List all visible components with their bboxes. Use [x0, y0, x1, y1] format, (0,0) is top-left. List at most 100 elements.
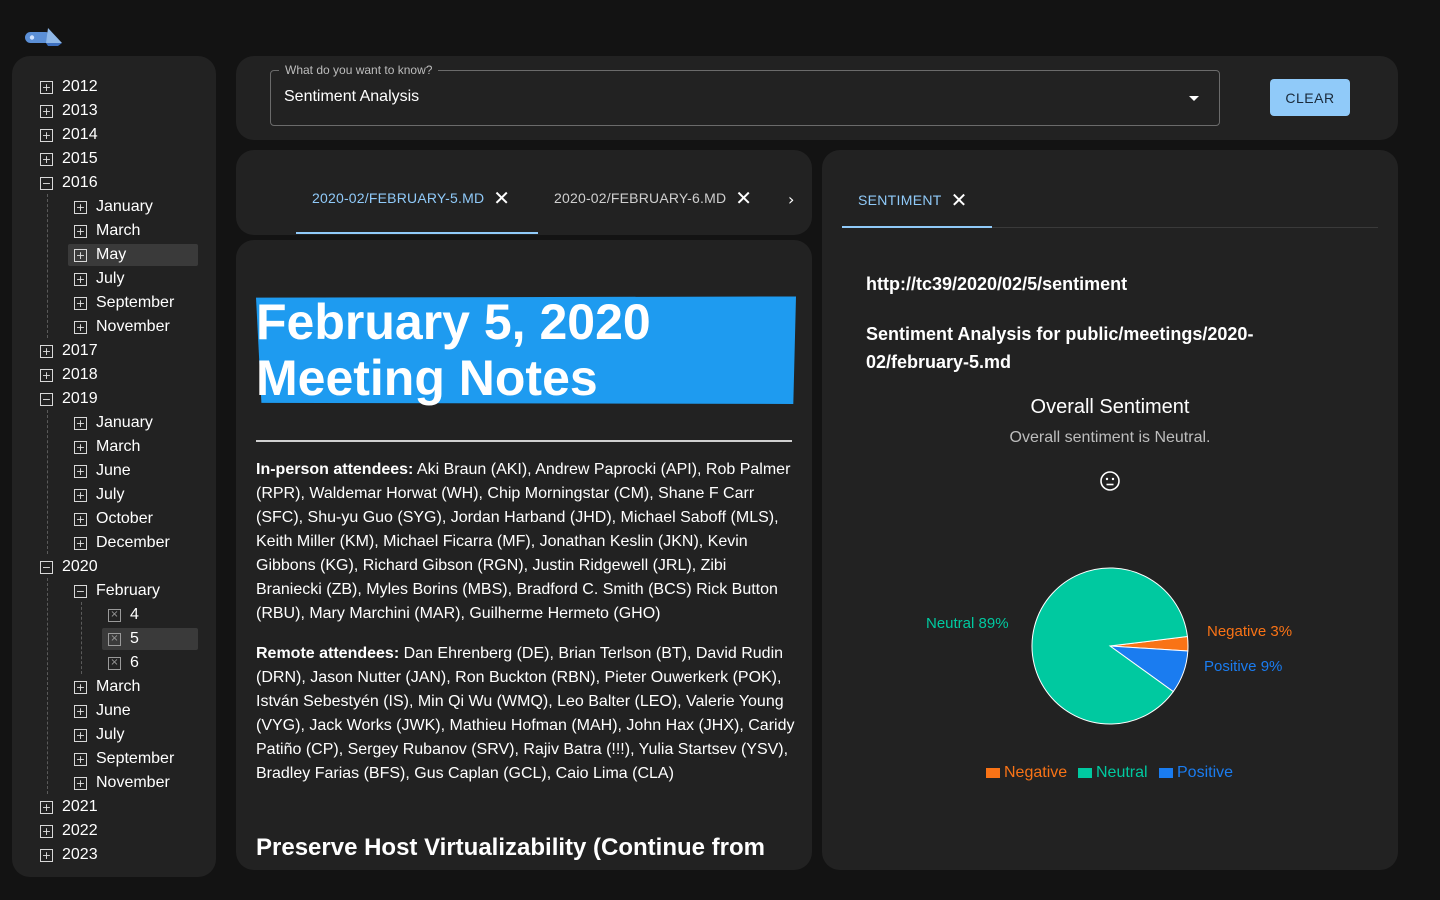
question-select-value: Sentiment Analysis — [284, 88, 420, 105]
tree-year-2014[interactable]: +2014 — [40, 123, 98, 147]
tree-month-2016-march[interactable]: + March — [74, 219, 140, 243]
sentiment-panel: SENTIMENT ✕ http://tc39/2020/02/5/sentim… — [822, 150, 1398, 870]
collapse-icon[interactable]: − — [74, 584, 87, 598]
tree-label: 2019 — [62, 390, 98, 407]
tree-label: 2022 — [62, 822, 98, 839]
expand-icon[interactable]: + — [40, 104, 53, 118]
tree-month-2019-december[interactable]: + December — [74, 531, 170, 555]
question-select[interactable]: What do you want to know? Sentiment Anal… — [270, 63, 1220, 126]
expand-icon[interactable]: + — [40, 344, 53, 358]
collapse-icon[interactable]: − — [40, 392, 53, 406]
remote-label: Remote attendees: — [256, 645, 400, 662]
legend-item-neutral[interactable]: Neutral — [1078, 764, 1148, 782]
dropdown-caret-icon[interactable] — [1189, 96, 1199, 101]
expand-icon[interactable]: + — [40, 848, 53, 862]
legend-item-positive[interactable]: Positive — [1159, 764, 1233, 782]
expand-icon[interactable]: + — [40, 152, 53, 166]
tree-month-2020-july[interactable]: + July — [74, 723, 124, 747]
expand-icon[interactable]: + — [74, 248, 87, 262]
leaf-icon: × — [108, 632, 121, 646]
tree-month-2019-july[interactable]: + July — [74, 483, 124, 507]
tree-guide-2019 — [47, 410, 48, 554]
tree-day-2020-02-4[interactable]: × 4 — [108, 603, 139, 627]
tree-label: May — [96, 246, 127, 263]
tree-month-2020-february[interactable]: − February — [74, 579, 160, 603]
expand-icon[interactable]: + — [74, 296, 87, 310]
legend-swatch — [1078, 768, 1092, 778]
tree-month-2020-september[interactable]: + September — [74, 747, 174, 771]
expand-icon[interactable]: + — [74, 464, 87, 478]
tree-month-2019-march[interactable]: + March — [74, 435, 140, 459]
legend-swatch — [1159, 768, 1173, 778]
tree-month-2019-june[interactable]: + June — [74, 459, 131, 483]
expand-icon[interactable]: + — [74, 752, 87, 766]
tree-label: March — [96, 678, 141, 695]
expand-icon[interactable]: + — [74, 416, 87, 430]
tree-month-2019-january[interactable]: + January — [74, 411, 153, 435]
expand-icon[interactable]: + — [40, 800, 53, 814]
tree-label: 2018 — [62, 366, 98, 383]
tree-month-2016-may[interactable]: + May — [68, 243, 198, 267]
remote-list: Dan Ehrenberg (DE), Brian Terlson (BT), … — [256, 645, 795, 782]
clear-button[interactable]: CLEAR — [1270, 79, 1350, 116]
expand-icon[interactable]: + — [74, 704, 87, 718]
expand-icon[interactable]: + — [74, 728, 87, 742]
leaf-icon: × — [108, 608, 121, 622]
expand-icon[interactable]: + — [74, 488, 87, 502]
tree-month-2016-november[interactable]: + November — [74, 315, 170, 339]
tree-day-2020-02-5[interactable]: × 5 — [102, 627, 198, 651]
tree-year-2019[interactable]: −2019 — [40, 387, 98, 411]
expand-icon[interactable]: + — [74, 224, 87, 238]
legend-item-negative[interactable]: Negative — [986, 764, 1067, 782]
tree-year-2017[interactable]: +2017 — [40, 339, 98, 363]
pie-label-neutral: Neutral 89% — [926, 615, 1009, 632]
tree-month-2016-september[interactable]: + September — [74, 291, 174, 315]
expand-icon[interactable]: + — [74, 512, 87, 526]
app-logo-icon — [25, 28, 62, 46]
tree-label: 2013 — [62, 102, 98, 119]
tab-label: 2020-02/FEBRUARY-5.MD — [312, 190, 485, 206]
tree-month-2019-october[interactable]: + October — [74, 507, 153, 531]
expand-icon[interactable]: + — [74, 776, 87, 790]
tree-year-2021[interactable]: +2021 — [40, 795, 98, 819]
tree-month-2016-july[interactable]: + July — [74, 267, 124, 291]
tree-day-2020-02-6[interactable]: × 6 — [108, 651, 139, 675]
expand-icon[interactable]: + — [40, 80, 53, 94]
tree-year-2022[interactable]: +2022 — [40, 819, 98, 843]
collapse-icon[interactable]: − — [40, 560, 53, 574]
tree-label: January — [96, 198, 153, 215]
tree-year-2020[interactable]: −2020 — [40, 555, 98, 579]
expand-icon[interactable]: + — [40, 368, 53, 382]
tree-label: September — [96, 294, 175, 311]
legend-label: Positive — [1177, 764, 1234, 781]
tree-label: 2015 — [62, 150, 98, 167]
tree-month-2020-november[interactable]: + November — [74, 771, 170, 795]
tree-label: 4 — [130, 606, 139, 623]
expand-icon[interactable]: + — [74, 320, 87, 334]
chevron-right-icon[interactable]: › — [788, 190, 794, 209]
expand-icon[interactable]: + — [40, 128, 53, 142]
close-icon[interactable]: ✕ — [735, 188, 752, 208]
tree-year-2015[interactable]: +2015 — [40, 147, 98, 171]
collapse-icon[interactable]: − — [40, 176, 53, 190]
expand-icon[interactable]: + — [74, 272, 87, 286]
tree-month-2020-june[interactable]: + June — [74, 699, 131, 723]
tree-label: June — [96, 702, 131, 719]
tree-label: February — [96, 582, 161, 599]
close-icon[interactable]: ✕ — [493, 188, 510, 208]
tree-month-2016-january[interactable]: + January — [74, 195, 153, 219]
expand-icon[interactable]: + — [74, 200, 87, 214]
tree-year-2013[interactable]: +2013 — [40, 99, 98, 123]
tree-guide-2016 — [47, 194, 48, 338]
tab-february-5[interactable]: 2020-02/FEBRUARY-5.MD ✕ — [312, 188, 510, 208]
tree-year-2016[interactable]: −2016 — [40, 171, 98, 195]
expand-icon[interactable]: + — [74, 440, 87, 454]
tree-year-2012[interactable]: +2012 — [40, 75, 98, 99]
expand-icon[interactable]: + — [74, 680, 87, 694]
tab-february-6[interactable]: 2020-02/FEBRUARY-6.MD ✕ — [554, 188, 752, 208]
tree-year-2018[interactable]: +2018 — [40, 363, 98, 387]
expand-icon[interactable]: + — [40, 824, 53, 838]
tree-month-2020-march[interactable]: + March — [74, 675, 140, 699]
tree-year-2023[interactable]: +2023 — [40, 843, 98, 867]
expand-icon[interactable]: + — [74, 536, 87, 550]
